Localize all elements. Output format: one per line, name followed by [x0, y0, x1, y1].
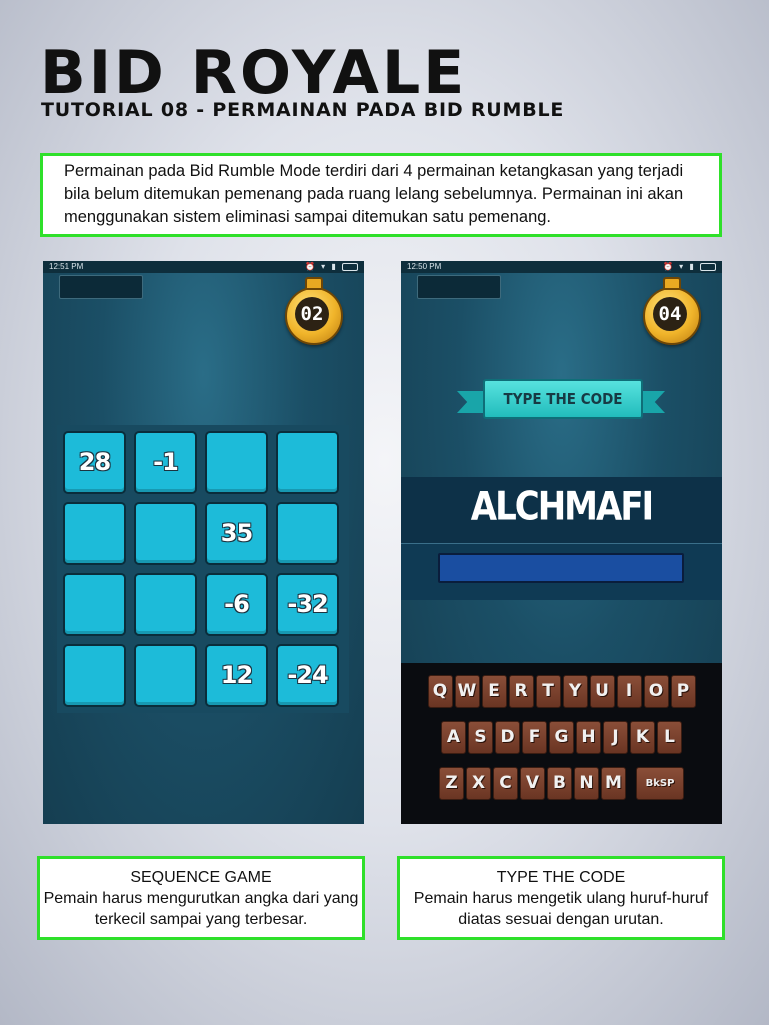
- code-word: ALCHMAFI: [470, 484, 654, 530]
- page-title: BID ROYALE: [40, 38, 468, 108]
- number-tile[interactable]: -24: [276, 644, 339, 707]
- number-tile[interactable]: 12: [205, 644, 268, 707]
- key-x[interactable]: X: [466, 767, 491, 800]
- number-tile[interactable]: [63, 573, 126, 636]
- backspace-key[interactable]: BkSP: [636, 767, 684, 800]
- key-q[interactable]: Q: [427, 675, 453, 708]
- key-d[interactable]: D: [495, 721, 520, 754]
- key-o[interactable]: O: [643, 675, 669, 708]
- number-tile[interactable]: [134, 502, 197, 565]
- type-the-code-caption: TYPE THE CODE Pemain harus mengetik ulan…: [397, 856, 725, 940]
- score-box: [417, 275, 501, 299]
- key-u[interactable]: U: [589, 675, 615, 708]
- stopwatch-icon: 02: [285, 277, 343, 345]
- type-the-code-screenshot: 12:50 PM ⏰ ▾ ▮ 04 TYPE THE CODE ALCHMAFI…: [401, 261, 722, 824]
- timer-count: 04: [653, 297, 687, 331]
- key-t[interactable]: T: [535, 675, 561, 708]
- number-tile[interactable]: [276, 431, 339, 494]
- key-i[interactable]: I: [616, 675, 642, 708]
- score-box: [59, 275, 143, 299]
- status-icons: ⏰ ▾ ▮: [663, 261, 716, 273]
- key-l[interactable]: L: [657, 721, 682, 754]
- key-n[interactable]: N: [574, 767, 599, 800]
- number-tile[interactable]: [63, 644, 126, 707]
- intro-box: Permainan pada Bid Rumble Mode terdiri d…: [40, 153, 722, 237]
- status-time: 12:51 PM: [49, 262, 84, 271]
- number-tile[interactable]: -6: [205, 573, 268, 636]
- key-c[interactable]: C: [493, 767, 518, 800]
- key-w[interactable]: W: [454, 675, 480, 708]
- status-bar: 12:51 PM ⏰ ▾ ▮: [43, 261, 364, 273]
- key-k[interactable]: K: [630, 721, 655, 754]
- number-tile[interactable]: 35: [205, 502, 268, 565]
- number-tile[interactable]: [134, 644, 197, 707]
- key-g[interactable]: G: [549, 721, 574, 754]
- caption-title: TYPE THE CODE: [496, 869, 626, 886]
- number-tile[interactable]: [205, 431, 268, 494]
- page-subtitle: TUTORIAL 08 - PERMAINAN PADA BID RUMBLE: [41, 99, 565, 121]
- caption-text: Pemain harus mengurutkan angka dari yang…: [43, 890, 359, 928]
- key-e[interactable]: E: [481, 675, 507, 708]
- status-icons: ⏰ ▾ ▮: [305, 261, 358, 273]
- number-grid: 28 -1 35 -6 -32 12 -24: [57, 425, 349, 713]
- game-keyboard: Q W E R T Y U I O P A S D F G H J K L Z …: [401, 663, 722, 824]
- stopwatch-icon: 04: [643, 277, 701, 345]
- key-v[interactable]: V: [520, 767, 545, 800]
- number-tile[interactable]: -32: [276, 573, 339, 636]
- keyboard-row-3: Z X C V B N M BkSP: [401, 767, 722, 800]
- status-time: 12:50 PM: [407, 262, 442, 271]
- key-f[interactable]: F: [522, 721, 547, 754]
- sequence-game-caption: SEQUENCE GAME Pemain harus mengurutkan a…: [37, 856, 365, 940]
- key-y[interactable]: Y: [562, 675, 588, 708]
- timer-count: 02: [295, 297, 329, 331]
- key-r[interactable]: R: [508, 675, 534, 708]
- key-p[interactable]: P: [670, 675, 696, 708]
- keyboard-row-2: A S D F G H J K L: [401, 721, 722, 754]
- key-h[interactable]: H: [576, 721, 601, 754]
- status-bar: 12:50 PM ⏰ ▾ ▮: [401, 261, 722, 273]
- number-tile[interactable]: -1: [134, 431, 197, 494]
- battery-icon: [700, 262, 716, 271]
- key-m[interactable]: M: [601, 767, 626, 800]
- key-z[interactable]: Z: [439, 767, 464, 800]
- number-tile[interactable]: 28: [63, 431, 126, 494]
- banner-label: TYPE THE CODE: [483, 379, 643, 419]
- battery-icon: [342, 262, 358, 271]
- sequence-game-screenshot: 12:51 PM ⏰ ▾ ▮ 02 28 -1 35 -6 -32 12 -24: [43, 261, 364, 824]
- key-b[interactable]: B: [547, 767, 572, 800]
- keyboard-row-1: Q W E R T Y U I O P: [401, 675, 722, 708]
- caption-text: Pemain harus mengetik ulang huruf-huruf …: [413, 890, 709, 928]
- number-tile[interactable]: [134, 573, 197, 636]
- number-tile[interactable]: [276, 502, 339, 565]
- key-a[interactable]: A: [441, 721, 466, 754]
- answer-input[interactable]: [438, 553, 684, 583]
- caption-title: SEQUENCE GAME: [130, 869, 272, 886]
- key-s[interactable]: S: [468, 721, 493, 754]
- number-tile[interactable]: [63, 502, 126, 565]
- key-j[interactable]: J: [603, 721, 628, 754]
- ribbon-banner: TYPE THE CODE: [457, 377, 665, 429]
